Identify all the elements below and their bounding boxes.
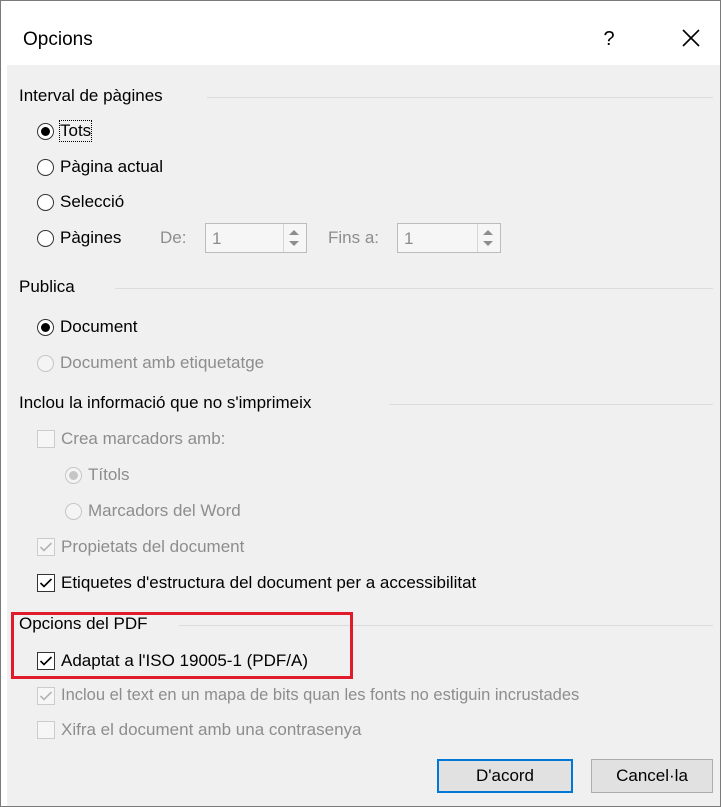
radio-button[interactable] [37, 193, 54, 211]
ok-button[interactable]: D'acord [437, 759, 573, 793]
radio-label: Marcadors del Word [88, 501, 241, 520]
checkbox[interactable] [37, 686, 55, 705]
checkmark-icon [39, 542, 53, 552]
checkbox-label: Propietats del document [61, 537, 245, 556]
radio-button[interactable] [37, 318, 54, 336]
radio-all[interactable]: Tots [37, 120, 93, 142]
checkbox-bookmarks[interactable]: Crea marcadors amb: [37, 429, 225, 449]
radio-button[interactable] [65, 466, 82, 484]
group-title-page-range: Interval de pàgines [19, 86, 171, 106]
radio-button[interactable] [37, 158, 54, 176]
checkbox-label: Xifra el document amb una contrasenya [61, 720, 362, 739]
radio-document-tags[interactable]: Document amb etiquetatge [37, 353, 264, 373]
radio-current-page[interactable]: Pàgina actual [37, 157, 163, 177]
to-page-value: 1 [404, 229, 414, 248]
checkbox[interactable] [37, 574, 55, 592]
checkbox[interactable] [37, 538, 55, 556]
radio-label: Tots [58, 120, 93, 142]
checkbox-label: Etiquetes d'estructura del document per … [61, 573, 477, 592]
to-label: Fins a: [328, 228, 380, 247]
group-title-nonprint: Inclou la informació que no s'imprimeix [19, 393, 320, 413]
radio-label: Pàgines [60, 228, 122, 247]
spin-up-icon[interactable] [289, 230, 299, 235]
cancel-button[interactable]: Cancel·la [591, 759, 713, 793]
radio-button[interactable] [65, 502, 82, 520]
radio-label: Document [60, 317, 138, 336]
radio-word-bookmarks[interactable]: Marcadors del Word [65, 501, 241, 521]
checkbox-properties[interactable]: Propietats del document [37, 537, 244, 557]
dialog-body: Interval de pàgines Tots Pàgina actual S… [7, 65, 720, 806]
close-icon [682, 29, 700, 47]
checkbox-structure-tags[interactable]: Etiquetes d'estructura del document per … [37, 573, 476, 593]
radio-label: Pàgina actual [60, 157, 164, 176]
separator [389, 404, 713, 405]
from-label: De: [160, 228, 187, 247]
radio-headings[interactable]: Títols [65, 465, 130, 485]
checkbox-bitmap-text[interactable]: Inclou el text en un mapa de bits quan l… [37, 686, 579, 705]
title-bar: Opcions ? [1, 1, 720, 65]
checkmark-icon [39, 578, 53, 588]
group-title-publish: Publica [19, 277, 83, 297]
radio-label: Selecció [60, 192, 125, 211]
checkbox[interactable] [37, 721, 55, 739]
close-button[interactable] [673, 21, 709, 57]
from-page-spinner[interactable]: 1 [205, 223, 307, 253]
radio-pages[interactable]: Pàgines [37, 228, 121, 248]
checkmark-icon [39, 690, 53, 701]
to-page-spinner[interactable]: 1 [397, 223, 501, 253]
spinner-arrows[interactable] [283, 224, 306, 252]
checkbox-label: Crea marcadors amb: [61, 429, 226, 448]
spin-up-icon[interactable] [483, 230, 493, 235]
radio-label: Document amb etiquetatge [60, 353, 265, 372]
radio-label: Títols [88, 465, 130, 484]
dialog-title: Opcions [23, 29, 93, 50]
checkbox-label: Inclou el text en un mapa de bits quan l… [61, 686, 580, 704]
radio-button[interactable] [37, 122, 54, 140]
separator [207, 97, 713, 98]
radio-button[interactable] [37, 229, 54, 247]
spin-down-icon[interactable] [483, 241, 493, 246]
radio-selection[interactable]: Selecció [37, 192, 124, 212]
options-dialog: Opcions ? Interval de pàgines Tots Pàgin… [0, 0, 721, 807]
radio-button[interactable] [37, 354, 54, 372]
checkbox-encrypt[interactable]: Xifra el document amb una contrasenya [37, 720, 362, 740]
radio-document[interactable]: Document [37, 317, 137, 337]
spin-down-icon[interactable] [289, 241, 299, 246]
from-page-value: 1 [212, 229, 222, 248]
checkbox[interactable] [37, 430, 55, 448]
help-button[interactable]: ? [591, 21, 627, 57]
separator [115, 288, 713, 289]
highlight-box [11, 612, 353, 679]
spinner-arrows[interactable] [477, 224, 500, 252]
